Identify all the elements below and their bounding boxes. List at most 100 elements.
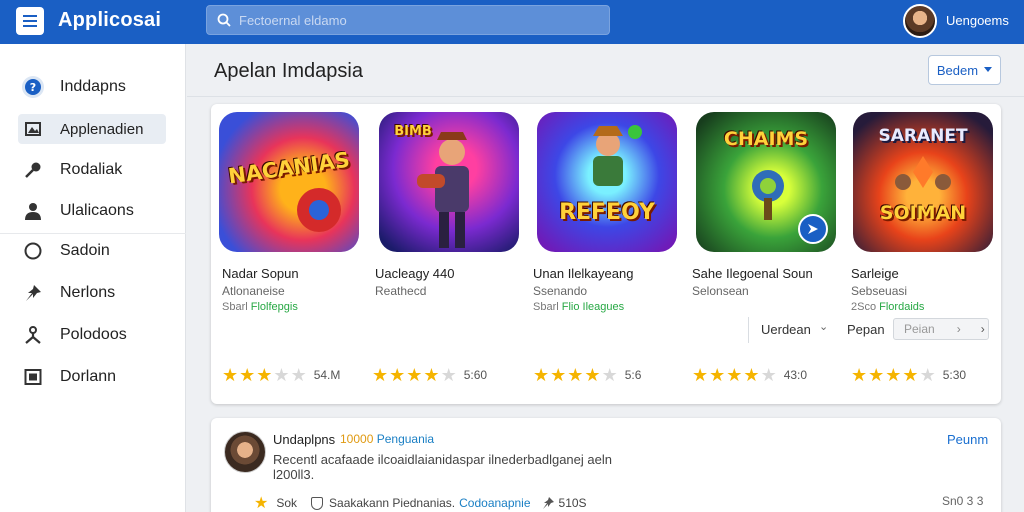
star-icon: ★ xyxy=(902,365,919,385)
app-name[interactable]: Unan Ilelkayeang xyxy=(533,266,633,281)
sidebar-item-1[interactable]: Applenadien xyxy=(18,114,166,144)
sidebar-item-7[interactable]: Dorlann xyxy=(18,362,166,392)
sidebar-item-2[interactable]: Rodaliak xyxy=(18,155,166,185)
circle-icon xyxy=(20,238,46,264)
rating-count: 5:6 xyxy=(624,368,642,382)
search-bar[interactable] xyxy=(206,5,610,35)
pager-next-label: Pepan xyxy=(847,322,885,337)
app-developer: Selonsean xyxy=(692,284,749,298)
search-icon xyxy=(217,13,231,27)
app-tag-text: Flordaids xyxy=(879,301,925,313)
pin-icon xyxy=(20,280,46,306)
app-tag-number: 2Sco xyxy=(851,301,877,313)
sidebar-item-label: Sadoin xyxy=(60,242,110,259)
key-icon xyxy=(20,157,46,183)
star-icon: ★ xyxy=(256,365,273,385)
sidebar-item-0[interactable]: ? Inddapns xyxy=(18,72,166,102)
app-tile-subtitle: SARANET xyxy=(878,126,968,146)
apps-grid-card: NACANIAS Nadar Sopun Atlonaneise Sbarl F… xyxy=(211,104,1001,404)
star-icon: ★ xyxy=(254,495,269,512)
app-tile-title: CHAIMS xyxy=(723,128,809,150)
sidebar-item-label: Polodoos xyxy=(60,326,127,343)
sidebar-item-5[interactable]: Nerlons xyxy=(18,278,166,308)
reviewer-avatar[interactable] xyxy=(224,431,266,473)
svg-text:?: ? xyxy=(30,81,36,94)
star-icon: ★ xyxy=(726,365,743,385)
app-name[interactable]: Uacleagy 440 xyxy=(375,266,455,281)
app-tile-2[interactable]: REFEOY xyxy=(537,112,677,252)
app-rating: ★ ★ ★ ★ ★ 5:6 xyxy=(533,366,641,384)
sidebar-item-label: Dorlann xyxy=(60,368,117,385)
app-tile-1[interactable]: BIMB xyxy=(379,112,519,252)
review-text: Recentl acafaade ilcoaidlaianidaspar iln… xyxy=(273,452,612,482)
star-icon: ★ xyxy=(709,365,726,385)
app-developer: Ssenando xyxy=(533,284,588,298)
star-icon: ★ xyxy=(372,365,389,385)
app-tag-number: Sbarl xyxy=(222,301,248,313)
app-tag: 2Sco Flordaids xyxy=(851,301,924,313)
app-name[interactable]: Sahe Ilegoenal Soun xyxy=(692,266,813,281)
top-app-bar: Applicosai Uengoems xyxy=(0,0,1024,44)
app-tile-0[interactable]: NACANIAS xyxy=(219,112,359,252)
rating-count: 54.M xyxy=(313,368,341,382)
review-meta-text: Penguania xyxy=(376,432,435,446)
rating-count: 43:0 xyxy=(783,368,808,382)
app-rating: ★ ★ ★ ★ ★ 5:60 xyxy=(372,366,487,384)
app-tag-number: Sbarl xyxy=(533,301,559,313)
sort-label: Bedem xyxy=(936,62,979,78)
star-icon: ★ xyxy=(851,365,868,385)
review-link[interactable]: Peunm xyxy=(947,432,988,447)
star-icon: ★ xyxy=(550,365,567,385)
app-tile-4[interactable]: SARANET SOIMAN xyxy=(853,112,993,252)
star-icon: ★ xyxy=(290,365,307,385)
review-footer: ★ Sok Saakakann Piednanias. Codoanapnie … xyxy=(254,493,587,512)
star-icon: ★ xyxy=(885,365,902,385)
page-title: Apelan Imdapsia xyxy=(214,60,363,82)
menu-icon[interactable] xyxy=(16,7,44,35)
header-divider xyxy=(187,96,1024,97)
reviewer-name[interactable]: Undaplpns xyxy=(273,432,335,447)
app-title: Applicosai xyxy=(58,9,162,31)
app-tile-title: SOIMAN xyxy=(879,202,967,224)
sort-dropdown[interactable]: Bedem xyxy=(928,55,1001,85)
star-icon: ★ xyxy=(601,365,618,385)
app-tag-text: Flio Ileagues xyxy=(561,301,625,313)
user-avatar[interactable] xyxy=(903,4,937,38)
review-date: Sn0 3 3 xyxy=(942,494,984,508)
chevron-right-icon: › xyxy=(980,322,985,336)
star-icon: ★ xyxy=(406,365,423,385)
user-name[interactable]: Uengoems xyxy=(946,13,1009,28)
review-foot-count: 510S xyxy=(558,496,587,510)
app-name[interactable]: Sarleige xyxy=(851,266,899,281)
chevron-down-icon[interactable]: ⌄ xyxy=(819,320,828,333)
review-foot-text: Saakakann Piednanias. xyxy=(329,496,456,510)
sidebar-item-3[interactable]: Ulalicaons xyxy=(18,196,166,226)
app-developer: Reathecd xyxy=(375,284,427,298)
app-developer: Atlonaneise xyxy=(222,284,285,298)
pager-label[interactable]: Uerdean xyxy=(761,322,811,337)
pager-divider xyxy=(748,317,749,343)
rating-count: 5:30 xyxy=(942,368,967,382)
app-name[interactable]: Nadar Sopun xyxy=(222,266,299,281)
sidebar-item-6[interactable]: Polodoos xyxy=(18,320,166,350)
rating-count: 5:60 xyxy=(463,368,488,382)
search-input[interactable] xyxy=(239,12,579,28)
review-foot-link[interactable]: Codoanapnie xyxy=(459,496,530,510)
star-icon: ★ xyxy=(760,365,777,385)
sidebar-item-4[interactable]: Sadoin xyxy=(18,236,166,266)
app-tile-title: REFEOY xyxy=(559,200,655,225)
play-badge-icon xyxy=(798,214,828,244)
pager-next-button[interactable]: Peian › › xyxy=(893,318,989,340)
shield-icon xyxy=(311,496,324,510)
app-tile-3[interactable]: CHAIMS xyxy=(696,112,836,252)
sidebar-item-label: Ulalicaons xyxy=(60,202,134,219)
star-icon: ★ xyxy=(584,365,601,385)
app-tag: Sbarl Flio Ileagues xyxy=(533,301,624,313)
square-icon xyxy=(20,364,46,390)
tag-icon xyxy=(20,322,46,348)
star-icon: ★ xyxy=(222,365,239,385)
star-icon: ★ xyxy=(692,365,709,385)
star-icon: ★ xyxy=(273,365,290,385)
star-icon: ★ xyxy=(239,365,256,385)
review-card: Undaplpns 10000 Penguania Peunm Recentl … xyxy=(211,418,1001,512)
